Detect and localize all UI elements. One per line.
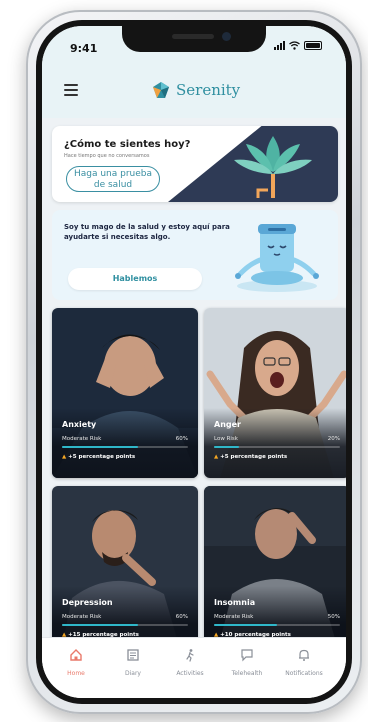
mood-card: ¿Cómo te sientes hoy? Hace tiempo que no…: [52, 126, 338, 202]
tab-home[interactable]: Home: [48, 646, 104, 677]
tile-progress-bar: [214, 446, 340, 448]
tile-name: Insomnia: [214, 598, 256, 607]
tile-name: Anxiety: [62, 420, 97, 429]
phone-bezel: 9:41 Serenity ¿Cómo te sientes hoy? Hace…: [36, 20, 352, 704]
wizard-illustration: [235, 224, 319, 292]
tile-change-text: +5 percentage points: [68, 454, 136, 460]
tab-telehealth[interactable]: Telehealth: [219, 646, 275, 677]
mood-card-subtitle: Hace tiempo que no conversamos: [64, 153, 150, 159]
tile-progress-fill: [214, 446, 240, 448]
tile-anger[interactable]: Anger Low Risk 20% ▲ +5 percentage point…: [204, 308, 346, 478]
menu-icon[interactable]: [64, 84, 78, 96]
front-camera: [222, 32, 231, 41]
tile-risk: Low Risk: [214, 436, 238, 442]
battery-icon: [304, 41, 322, 50]
tile-name: Anger: [214, 420, 241, 429]
telehealth-icon: [241, 649, 253, 662]
talk-button[interactable]: Hablemos: [68, 268, 202, 290]
tile-shade: [204, 408, 346, 478]
tile-change: ▲ +5 percentage points: [62, 454, 135, 460]
app-header: Serenity: [42, 66, 346, 118]
up-arrow-icon: ▲: [62, 454, 67, 460]
health-test-button[interactable]: Haga una prueba de salud: [66, 166, 160, 192]
wizard-message: Soy tu mago de la salud y estoy aquí par…: [64, 223, 230, 241]
tile-risk: Moderate Risk: [214, 614, 254, 620]
bottom-tab-bar: Home Diary Activities Telehealth Notific…: [42, 637, 346, 698]
status-icons: [274, 41, 322, 50]
brand-name: Serenity: [176, 81, 241, 99]
tile-progress-fill: [62, 446, 138, 448]
lotus-illustration: [234, 136, 312, 198]
tile-risk: Moderate Risk: [62, 614, 102, 620]
up-arrow-icon: ▲: [214, 454, 219, 460]
diary-icon: [127, 649, 139, 661]
phone-frame: 9:41 Serenity ¿Cómo te sientes hoy? Hace…: [26, 10, 362, 714]
home-icon: [70, 649, 82, 661]
tab-notifications[interactable]: Notifications: [276, 646, 332, 677]
app-screen: 9:41 Serenity ¿Cómo te sientes hoy? Hace…: [42, 26, 346, 698]
tab-label: Activities: [176, 670, 204, 677]
tile-progress-bar: [62, 446, 188, 448]
tile-percent: 60%: [175, 614, 188, 620]
tile-change: ▲ +5 percentage points: [214, 454, 287, 460]
status-time: 9:41: [70, 42, 98, 55]
signal-icon: [274, 41, 285, 50]
tile-risk: Moderate Risk: [62, 436, 102, 442]
tab-label: Notifications: [285, 670, 323, 677]
tile-name: Depression: [62, 598, 113, 607]
tile-depression[interactable]: Depression Moderate Risk 60% ▲ +15 perce…: [52, 486, 198, 656]
tab-diary[interactable]: Diary: [105, 646, 161, 677]
tile-progress-fill: [214, 624, 277, 626]
wifi-icon: [289, 41, 300, 50]
wizard-card: Soy tu mago de la salud y estoy aquí par…: [52, 210, 338, 300]
notifications-icon: [299, 649, 309, 661]
tile-progress-fill: [62, 624, 138, 626]
tile-progress-bar: [62, 624, 188, 626]
brand-logo-icon: [153, 82, 169, 98]
tile-percent: 50%: [327, 614, 340, 620]
tile-shade: [52, 408, 198, 478]
tile-insomnia[interactable]: Insomnia Moderate Risk 50% ▲ +10 percent…: [204, 486, 346, 656]
tile-anxiety[interactable]: Anxiety Moderate Risk 60% ▲ +5 percentag…: [52, 308, 198, 478]
activities-icon: [186, 649, 194, 662]
tile-change-text: +5 percentage points: [220, 454, 288, 460]
speaker: [172, 34, 214, 39]
brand: Serenity: [150, 80, 240, 100]
tile-progress-bar: [214, 624, 340, 626]
tab-activities[interactable]: Activities: [162, 646, 218, 677]
tab-label: Telehealth: [231, 670, 263, 677]
tab-label: Home: [67, 670, 85, 677]
notch: [122, 26, 266, 52]
home-content: ¿Cómo te sientes hoy? Hace tiempo que no…: [42, 118, 346, 656]
tile-percent: 20%: [327, 436, 340, 442]
tile-percent: 60%: [175, 436, 188, 442]
tab-label: Diary: [125, 670, 141, 677]
mood-card-title: ¿Cómo te sientes hoy?: [64, 139, 191, 150]
